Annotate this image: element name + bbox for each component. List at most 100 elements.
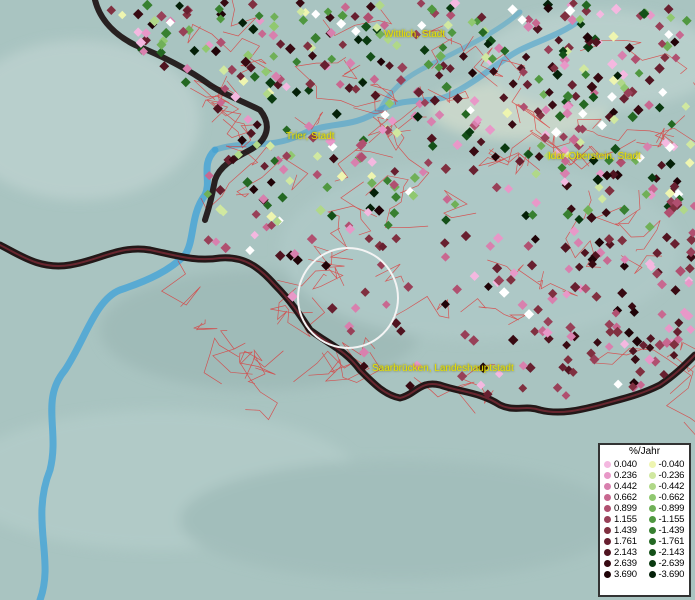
measurement-point[interactable]: [672, 327, 683, 337]
measurement-point[interactable]: [351, 84, 361, 94]
measurement-point[interactable]: [459, 51, 468, 61]
measurement-point[interactable]: [284, 43, 296, 55]
measurement-point[interactable]: [681, 102, 691, 111]
measurement-point[interactable]: [385, 61, 394, 71]
measurement-point[interactable]: [252, 120, 262, 130]
measurement-point[interactable]: [476, 380, 486, 390]
measurement-point[interactable]: [335, 80, 345, 89]
measurement-point[interactable]: [452, 139, 463, 150]
measurement-point[interactable]: [160, 27, 172, 39]
measurement-point[interactable]: [270, 12, 279, 22]
measurement-point[interactable]: [374, 0, 385, 11]
measurement-point[interactable]: [243, 114, 253, 124]
measurement-point[interactable]: [285, 176, 295, 186]
measurement-point[interactable]: [295, 0, 305, 8]
measurement-point[interactable]: [245, 245, 255, 256]
measurement-point[interactable]: [397, 62, 408, 73]
measurement-point[interactable]: [376, 57, 386, 67]
measurement-point[interactable]: [238, 18, 248, 28]
measurement-point[interactable]: [689, 201, 695, 211]
measurement-point[interactable]: [427, 141, 438, 151]
measurement-point[interactable]: [268, 30, 279, 41]
measurement-point[interactable]: [499, 143, 511, 154]
measurement-point[interactable]: [203, 235, 214, 245]
measurement-point[interactable]: [106, 5, 117, 15]
measurement-point[interactable]: [268, 21, 280, 32]
measurement-point[interactable]: [684, 263, 695, 274]
measurement-point[interactable]: [476, 137, 486, 147]
measurement-point[interactable]: [118, 10, 127, 20]
measurement-point[interactable]: [419, 45, 430, 56]
measurement-point[interactable]: [210, 46, 221, 57]
map-view[interactable]: Wittlich, Stadt Trier, Stadt Idar-Oberst…: [0, 0, 695, 600]
measurement-point[interactable]: [261, 66, 271, 77]
measurement-point[interactable]: [630, 354, 640, 365]
measurement-point[interactable]: [292, 57, 302, 67]
measurement-point[interactable]: [327, 54, 337, 64]
measurement-point[interactable]: [387, 116, 398, 126]
measurement-point[interactable]: [220, 242, 231, 254]
measurement-point[interactable]: [365, 51, 376, 62]
measurement-point[interactable]: [331, 109, 342, 120]
measurement-point[interactable]: [627, 111, 638, 123]
measurement-point[interactable]: [218, 65, 229, 76]
measurement-point[interactable]: [635, 366, 646, 377]
measurement-point[interactable]: [613, 379, 623, 389]
measurement-point[interactable]: [353, 35, 363, 45]
measurement-point[interactable]: [391, 127, 403, 138]
measurement-point[interactable]: [561, 391, 571, 400]
map-canvas[interactable]: [0, 0, 695, 600]
measurement-point[interactable]: [326, 27, 337, 38]
measurement-point[interactable]: [257, 29, 267, 39]
measurement-point[interactable]: [247, 0, 258, 10]
measurement-point[interactable]: [350, 11, 360, 21]
measurement-point[interactable]: [337, 10, 348, 21]
measurement-point[interactable]: [593, 338, 602, 347]
measurement-point[interactable]: [665, 158, 676, 169]
measurement-point[interactable]: [133, 27, 143, 37]
measurement-point[interactable]: [525, 362, 536, 373]
measurement-point[interactable]: [211, 237, 221, 247]
measurement-point[interactable]: [311, 9, 321, 19]
measurement-point[interactable]: [340, 2, 351, 12]
measurement-point[interactable]: [215, 185, 226, 196]
measurement-point[interactable]: [646, 334, 656, 343]
measurement-point[interactable]: [246, 128, 256, 139]
measurement-point[interactable]: [132, 8, 144, 20]
measurement-point[interactable]: [365, 1, 376, 12]
measurement-point[interactable]: [667, 119, 677, 129]
measurement-point[interactable]: [624, 327, 634, 338]
measurement-point[interactable]: [277, 192, 288, 203]
measurement-point[interactable]: [351, 26, 361, 37]
measurement-point[interactable]: [282, 82, 291, 92]
measurement-point[interactable]: [490, 152, 501, 162]
measurement-point[interactable]: [251, 209, 261, 219]
measurement-point[interactable]: [675, 265, 686, 277]
measurement-point[interactable]: [328, 153, 339, 164]
measurement-point[interactable]: [361, 21, 372, 32]
measurement-point[interactable]: [291, 87, 302, 97]
measurement-point[interactable]: [336, 18, 347, 29]
measurement-point[interactable]: [581, 0, 592, 11]
measurement-point[interactable]: [674, 318, 684, 328]
measurement-point[interactable]: [563, 355, 573, 365]
measurement-point[interactable]: [310, 32, 321, 44]
measurement-point[interactable]: [602, 170, 612, 181]
measurement-point[interactable]: [686, 325, 695, 334]
measurement-point[interactable]: [684, 158, 695, 168]
measurement-point[interactable]: [249, 184, 259, 195]
measurement-point[interactable]: [175, 1, 184, 11]
measurement-point[interactable]: [670, 285, 681, 296]
measurement-point[interactable]: [338, 40, 348, 50]
measurement-point[interactable]: [663, 4, 674, 14]
measurement-point[interactable]: [518, 383, 528, 393]
measurement-point[interactable]: [620, 339, 630, 349]
measurement-point[interactable]: [552, 383, 563, 393]
measurement-point[interactable]: [604, 342, 614, 352]
measurement-point[interactable]: [220, 0, 229, 8]
measurement-point[interactable]: [679, 205, 689, 215]
measurement-point[interactable]: [248, 24, 259, 35]
measurement-point[interactable]: [605, 327, 615, 337]
measurement-point[interactable]: [266, 178, 276, 187]
measurement-point[interactable]: [362, 12, 374, 23]
